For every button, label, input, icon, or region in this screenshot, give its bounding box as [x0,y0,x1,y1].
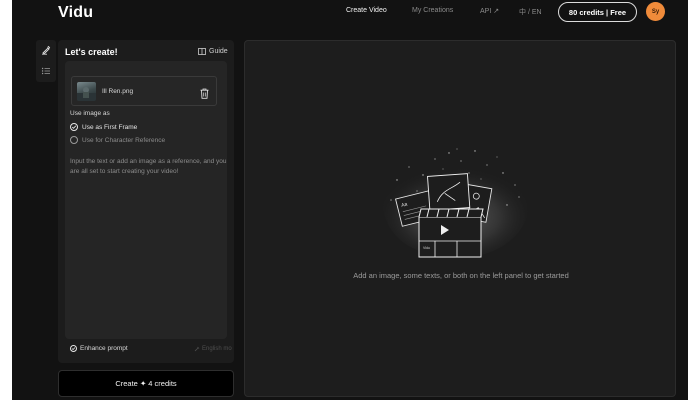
app-window: Vidu Create Video My Creations API ↗ 中 /… [12,0,688,400]
tool-rail [36,40,56,82]
option-character-reference-label: Use for Character Reference [82,136,166,144]
avatar[interactable]: Sy [646,2,665,21]
english-mode-label: English mo [202,346,232,352]
use-image-label: Use image as [70,110,110,117]
option-character-reference[interactable]: Use for Character Reference [70,136,165,144]
uploaded-image-card: Ill Ren.png [71,76,217,106]
language-toggle[interactable]: 中 / EN [519,7,542,17]
enhance-prompt-toggle[interactable]: Enhance prompt [70,345,128,352]
create-button[interactable]: Create ✦ 4 credits [58,370,234,397]
book-icon [198,48,206,55]
preview-canvas: Aa Vidu Add an image, some texts, or bot… [244,40,676,397]
trash-icon[interactable] [200,86,209,104]
file-name: Ill Ren.png [102,88,134,95]
svg-text:Vidu: Vidu [423,246,430,250]
radio-icon [70,136,78,144]
empty-state-illustration: Aa Vidu [382,148,528,258]
nav-api[interactable]: API ↗ [480,7,499,15]
empty-state-message: Add an image, some texts, or both on the… [353,271,569,280]
translate-icon [194,346,200,352]
vidu-logo[interactable]: Vidu [58,4,93,22]
guide-link[interactable]: Guide [198,48,228,55]
list-icon[interactable] [39,64,53,78]
create-panel: Let's create! Guide Ill Ren.png Use imag… [58,40,234,363]
enhance-prompt-label: Enhance prompt [80,345,128,352]
credits-button[interactable]: 80 credits | Free [558,2,637,22]
prompt-area[interactable]: Ill Ren.png [65,61,227,339]
nav-my-creations[interactable]: My Creations [412,7,453,14]
edit-icon[interactable] [39,43,53,57]
image-thumbnail[interactable] [77,82,96,101]
english-mode-toggle[interactable]: English mo [194,346,232,352]
option-first-frame-label: Use as First Frame [82,123,138,131]
guide-label: Guide [209,48,228,55]
panel-title: Let's create! [65,47,118,57]
nav-create-video[interactable]: Create Video [346,7,387,14]
option-first-frame[interactable]: Use as First Frame [70,123,137,131]
prompt-hint: Input the text or add an image as a refe… [70,158,227,175]
check-circle-icon [70,345,77,352]
check-circle-icon [70,123,78,131]
